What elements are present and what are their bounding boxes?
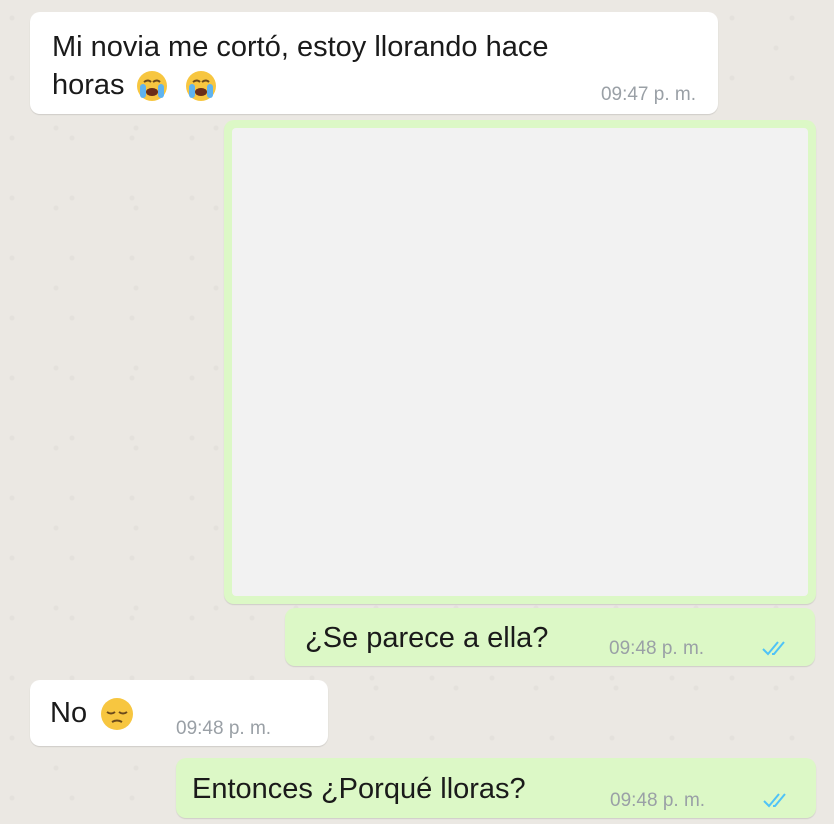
incoming-message-bubble[interactable]: No 09:48 p. m. (30, 680, 328, 746)
message-text-content: No (50, 697, 88, 729)
message-text: ¿Se parece a ella? (305, 622, 549, 654)
message-time: 09:48 p. m. (609, 638, 705, 659)
loudly-crying-face-icon (136, 71, 167, 102)
loudly-crying-face-icon (185, 71, 216, 102)
outgoing-message-bubble[interactable]: ¿Se parece a ella? 09:48 p. m. (285, 608, 815, 666)
read-receipt-icon (762, 641, 785, 656)
message-time: 09:47 p. m. (600, 84, 696, 105)
message-text-continued: horas (52, 69, 125, 101)
outgoing-image-message[interactable] (224, 120, 816, 604)
message-text: Mi novia me cortó, estoy llorando hace (52, 31, 549, 63)
message-text: No (50, 694, 137, 732)
incoming-message-bubble[interactable]: Mi novia me cortó, estoy llorando hace h… (30, 12, 718, 114)
outgoing-message-bubble[interactable]: Entonces ¿Porqué lloras? 09:48 p. m. (176, 758, 816, 818)
message-text-line2: horas (52, 66, 221, 104)
message-text: Entonces ¿Porqué lloras? (192, 773, 526, 805)
read-receipt-icon (763, 793, 786, 808)
message-time: 09:48 p. m. (176, 718, 272, 739)
pensive-face-icon (101, 698, 134, 731)
image-attachment[interactable] (232, 128, 808, 596)
message-time: 09:48 p. m. (610, 790, 706, 811)
